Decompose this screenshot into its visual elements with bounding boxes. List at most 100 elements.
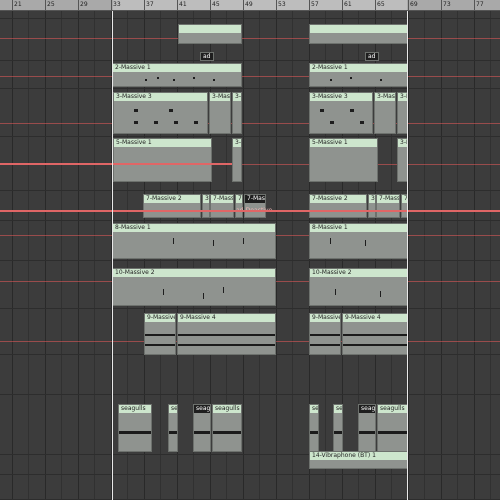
clip-title: 7-Massiv — [245, 195, 265, 203]
clip-title: 9-Massive 4 — [310, 314, 340, 322]
loop-start-marker[interactable] — [112, 11, 113, 500]
clip[interactable]: 9-Massive 4 — [309, 313, 341, 355]
clip-title: seagull — [310, 405, 318, 413]
clip[interactable]: seagulls — [193, 404, 211, 452]
track-lane[interactable] — [0, 89, 500, 137]
clip[interactable]: 3-f — [202, 194, 210, 218]
clip-title: seagulls — [359, 405, 375, 413]
arrangement-grid: ad ad 2-Massive 1 2-Massive 1 3-Massive … — [0, 11, 500, 500]
clip[interactable]: seagulls — [358, 404, 376, 452]
track-lane[interactable] — [0, 11, 500, 19]
clip-title: 9-Massive 4 — [343, 314, 407, 322]
clip-title: 14-Vibraphone (BT) 1 — [310, 452, 407, 460]
bar-number: 69 — [410, 1, 418, 8]
bar-number: 61 — [344, 1, 352, 8]
clip[interactable]: seagull — [309, 404, 319, 452]
track-lane[interactable] — [0, 19, 500, 61]
clip-title: 3-Massi — [375, 93, 395, 101]
clip[interactable] — [178, 24, 242, 44]
clip[interactable]: seagulls — [377, 404, 408, 452]
clip[interactable]: 3-f — [368, 194, 376, 218]
clip-title: 3-Massi — [210, 93, 230, 101]
bar-number: 57 — [311, 1, 319, 8]
automation-line[interactable] — [0, 38, 500, 39]
clip-title: seagulls — [194, 405, 210, 413]
clip[interactable]: 8-Massive 1 — [309, 223, 408, 259]
clip[interactable]: seagull — [168, 404, 178, 452]
clip[interactable]: 3-Massive 3 — [309, 92, 373, 134]
track-lane[interactable] — [0, 475, 500, 500]
clip[interactable]: 3-Massi — [209, 92, 231, 134]
clip[interactable]: 7-Massiv — [376, 194, 400, 218]
bar-number: 29 — [80, 1, 88, 8]
clip-title: 3-f — [369, 195, 375, 203]
clip[interactable]: 10-Massive 2 — [112, 268, 276, 306]
clip[interactable]: 2-Massive 1 — [309, 63, 408, 87]
clip-title: 7-Massiv — [211, 195, 233, 203]
clip[interactable]: 7-Massiv — [244, 194, 266, 218]
clip[interactable]: seagull — [333, 404, 343, 452]
timeline-ruler[interactable]: 21 25 29 33 37 41 45 49 53 57 61 65 69 7… — [0, 0, 500, 11]
clip[interactable]: 5-Massive 1 — [113, 138, 212, 182]
clip-title: 5-Massive 1 — [114, 139, 211, 147]
clip-title: 7-Massiv — [377, 195, 399, 203]
clip-title: 7-Massive 2 — [144, 195, 200, 203]
clip[interactable]: 9-Massive 4 — [342, 313, 408, 355]
clip-title: 8-Massive 1 — [113, 224, 275, 232]
clip[interactable]: ad — [365, 52, 379, 61]
clip-title: 8-Massive 1 — [310, 224, 407, 232]
loop-end-marker[interactable] — [407, 11, 408, 500]
clip[interactable]: 7-Massive 2 — [309, 194, 367, 218]
clip-title: 3-Massive 3 — [310, 93, 372, 101]
arrangement-view[interactable]: 21 25 29 33 37 41 45 49 53 57 61 65 69 7… — [0, 0, 500, 500]
clip-title — [179, 25, 241, 33]
clip[interactable]: 14-Vibraphone (BT) 1 — [309, 451, 408, 469]
clip[interactable]: 7-I — [235, 194, 243, 218]
clip-title: 7-I — [236, 195, 242, 203]
clip[interactable]: 9-Massive 4 — [144, 313, 176, 355]
clip-title: 3-M — [233, 139, 241, 147]
clip[interactable]: 7-Massiv — [210, 194, 234, 218]
bar-number: 77 — [476, 1, 484, 8]
track-lane[interactable] — [0, 61, 500, 89]
clip-title: 3-Massive 3 — [114, 93, 207, 101]
automation-line[interactable] — [0, 76, 500, 77]
automation-line[interactable] — [0, 123, 500, 124]
clip-title: 7-Massive 2 — [310, 195, 366, 203]
clip[interactable]: 3-M — [232, 92, 242, 134]
clip-title: ad — [366, 53, 378, 60]
clip-title: seagulls — [378, 405, 407, 413]
clip[interactable]: 2-Massive 1 — [112, 63, 242, 87]
clip-title: 5-Massive 1 — [310, 139, 377, 147]
clip[interactable]: seagulls — [118, 404, 152, 452]
loop-region[interactable] — [113, 0, 407, 10]
clip[interactable] — [309, 24, 408, 44]
bar-number: 53 — [278, 1, 286, 8]
clip[interactable]: 3-Massi — [374, 92, 396, 134]
clip-title: 10-Massive 2 — [113, 269, 275, 277]
clip-title: 2-Massive 1 — [310, 64, 407, 72]
clip[interactable]: ad — [200, 52, 214, 61]
clip-title: 3-M — [398, 93, 407, 101]
clip-title: 3-f — [203, 195, 209, 203]
clip[interactable]: 7-Massive 2 — [143, 194, 201, 218]
clip[interactable]: 3-M — [232, 138, 242, 182]
clip[interactable]: 8-Massive 1 — [112, 223, 276, 259]
track-lane[interactable] — [0, 395, 500, 455]
bar-number: 21 — [14, 1, 22, 8]
clip-title: 9-Massive 4 — [145, 314, 175, 322]
automation-curve[interactable] — [0, 210, 500, 212]
clip[interactable]: 5-Massive 1 — [309, 138, 378, 182]
clip-title: 2-Massive 1 — [113, 64, 241, 72]
track-lane[interactable] — [0, 355, 500, 395]
clip[interactable]: 3-Massive 3 — [113, 92, 208, 134]
automation-curve[interactable] — [0, 163, 232, 165]
track-lane[interactable] — [0, 455, 500, 475]
clip-title: seagull — [169, 405, 177, 413]
clip[interactable]: 10-Massive 2 — [309, 268, 408, 306]
clip-title: 10-Massive 2 — [310, 269, 407, 277]
clip-title: 9-Massive 4 — [178, 314, 275, 322]
clip-title: ad — [201, 53, 213, 60]
clip[interactable]: seagulls — [212, 404, 242, 452]
clip[interactable]: 9-Massive 4 — [177, 313, 276, 355]
